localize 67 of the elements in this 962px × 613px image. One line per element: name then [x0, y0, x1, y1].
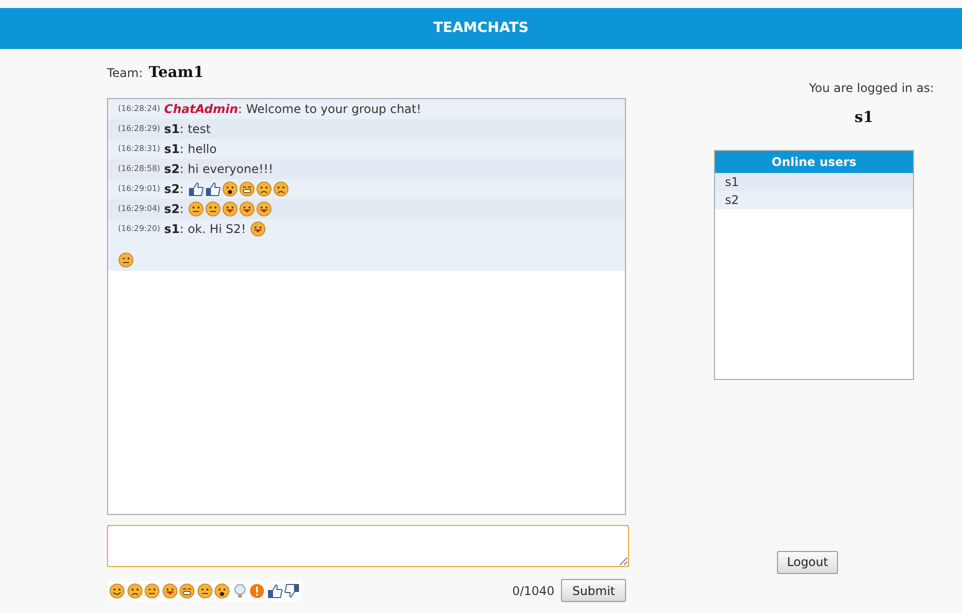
message-author: s1: [164, 221, 180, 238]
wink-face-icon: [118, 252, 134, 268]
tongue-face-icon: [250, 221, 266, 237]
colon: :: [180, 141, 184, 158]
colon: :: [180, 121, 184, 138]
login-label: You are logged in as:: [809, 80, 934, 97]
message-text: test: [188, 121, 211, 138]
message-input[interactable]: [107, 525, 629, 567]
thumbs-up-icon: [188, 181, 204, 197]
shocked-face-icon: [214, 582, 230, 598]
wink-face-icon: [144, 582, 160, 598]
smile-face-icon: [109, 582, 125, 598]
message-time: (16:28:24): [118, 103, 160, 115]
online-user[interactable]: s1: [715, 172, 913, 190]
sad-face-icon: [256, 181, 272, 197]
colon: :: [180, 221, 184, 238]
logout-button[interactable]: Logout: [777, 550, 838, 574]
emoticon-button[interactable]: [196, 582, 212, 598]
emoticon-button[interactable]: [214, 582, 230, 598]
tongue-face-icon: [238, 201, 255, 217]
team-name: Team1: [148, 62, 204, 83]
neutral-face-icon: [196, 582, 212, 598]
message-time: (16:28:31): [118, 143, 160, 155]
alert-icon[interactable]: [249, 582, 265, 598]
message-text: ok. Hi S2!: [188, 221, 246, 238]
message-author: ChatAdmin: [164, 101, 238, 118]
grin-face-icon: [238, 181, 255, 197]
neutral-face-icon: [188, 201, 204, 217]
message-time: (16:28:29): [118, 123, 160, 135]
sad-face-icon: [126, 582, 142, 598]
online-user[interactable]: s2: [715, 190, 913, 208]
thumbs-down-icon[interactable]: [284, 582, 300, 598]
submit-button[interactable]: Submit: [561, 579, 626, 602]
colon: :: [180, 161, 184, 178]
thumbs-up-icon[interactable]: [266, 582, 282, 598]
tongue-face-icon: [256, 201, 272, 217]
message-time: (16:29:01): [118, 183, 160, 195]
sad-face-icon: [272, 181, 289, 197]
message-text: hi everyone!!!: [188, 161, 274, 178]
message-author: s2: [164, 181, 180, 198]
message-time: (16:29:20): [118, 223, 160, 235]
tongue-face-icon: [162, 582, 178, 598]
message-author: s2: [164, 161, 180, 178]
message-author: s2: [164, 201, 180, 218]
logged-in-user: s1: [854, 107, 874, 128]
emoticon-button[interactable]: [179, 582, 195, 598]
colon: :: [180, 181, 184, 198]
tongue-face-icon: [222, 201, 238, 217]
character-counter: 0/1040: [512, 582, 554, 600]
message-time: (16:28:58): [118, 163, 160, 175]
team-label: Team:: [107, 65, 143, 82]
colon: :: [180, 201, 184, 218]
shocked-face-icon: [222, 181, 238, 197]
emoticon-button[interactable]: [126, 582, 142, 598]
message-time: (16:29:04): [118, 203, 160, 215]
thumbs-up-icon: [204, 181, 221, 197]
neutral-face-icon: [204, 201, 221, 217]
message-text: Welcome to your group chat!: [246, 101, 422, 118]
message-author: s1: [164, 121, 180, 138]
message-text: hello: [188, 141, 217, 158]
emoticon-button[interactable]: [144, 582, 160, 598]
message-author: s1: [164, 141, 180, 158]
app-title: TEAMCHATS: [433, 19, 529, 38]
panel-title: Online users: [772, 154, 856, 170]
emoticon-button[interactable]: [162, 582, 178, 598]
colon: :: [238, 101, 242, 118]
emoticon-button[interactable]: [109, 582, 125, 598]
